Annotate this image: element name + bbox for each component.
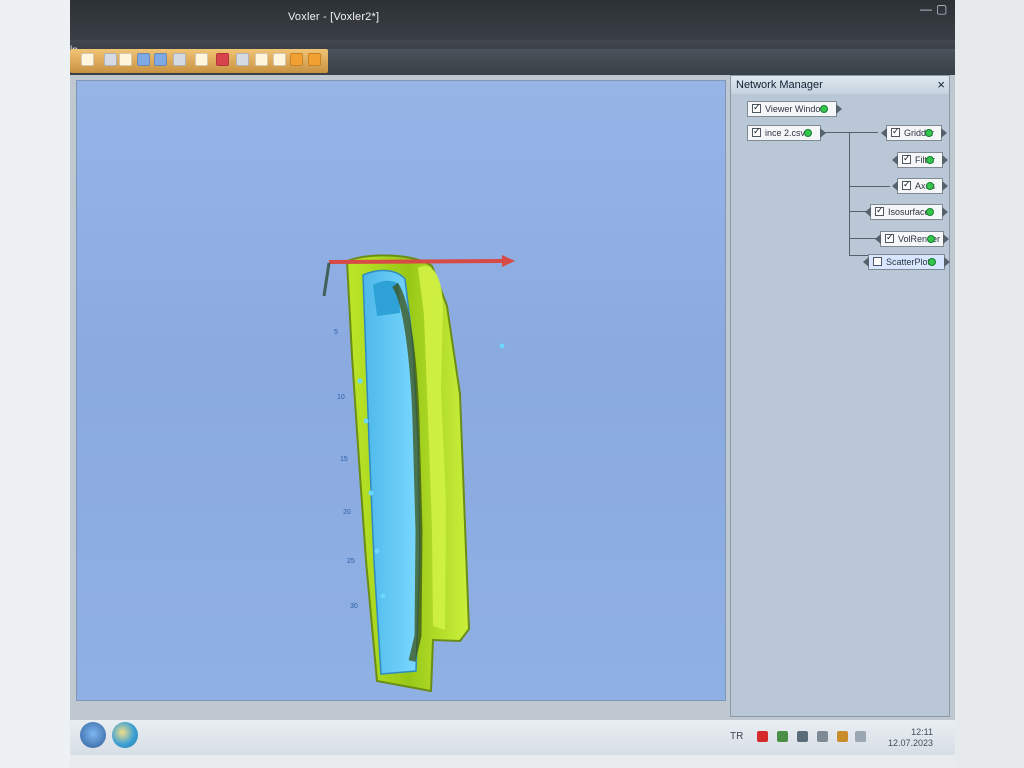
output-port-icon[interactable] <box>926 182 934 190</box>
right-port-icon[interactable] <box>944 257 950 267</box>
interior-point <box>380 593 386 599</box>
interior-point <box>368 490 374 496</box>
workspace: 5 10 15 20 25 30 Network Manager × Viewe… <box>70 75 955 720</box>
right-port-icon[interactable] <box>820 128 826 138</box>
axis-tick-15: 15 <box>340 456 348 463</box>
viewer-window[interactable]: 5 10 15 20 25 30 <box>76 80 726 701</box>
voxler-app-icon[interactable] <box>112 722 138 748</box>
node-gridder[interactable]: Gridder <box>881 125 947 141</box>
home-view-button[interactable] <box>255 53 268 66</box>
zoom-button[interactable] <box>308 53 321 66</box>
right-port-icon[interactable] <box>942 181 948 191</box>
left-port-icon[interactable] <box>892 155 898 165</box>
output-port-icon[interactable] <box>926 156 934 164</box>
record-button[interactable] <box>216 53 229 66</box>
checkbox[interactable] <box>873 257 882 266</box>
output-port-icon[interactable] <box>925 129 933 137</box>
node-filter[interactable]: Filter <box>892 152 948 168</box>
left-port-icon[interactable] <box>892 181 898 191</box>
interior-point <box>363 418 369 424</box>
node-ince-2-csv[interactable]: ince 2.csv <box>747 125 826 141</box>
start-button-icon[interactable] <box>80 722 106 748</box>
camera-button[interactable] <box>236 53 249 66</box>
left-port-icon[interactable] <box>881 128 887 138</box>
output-port-icon[interactable] <box>927 235 935 243</box>
hand-tool-button[interactable] <box>81 53 94 66</box>
right-port-icon[interactable] <box>836 104 842 114</box>
output-port-icon[interactable] <box>804 129 812 137</box>
time-text: 12:11 <box>911 727 933 737</box>
right-port-icon[interactable] <box>941 128 947 138</box>
node-label: Viewer Window <box>765 104 827 114</box>
record-icon[interactable] <box>757 731 768 742</box>
network-manager-title: Network Manager <box>736 79 823 91</box>
output-port-icon[interactable] <box>820 105 828 113</box>
x-axis-arrow <box>328 259 503 264</box>
node-isosurface[interactable]: Isosurface <box>865 204 948 220</box>
selection-button[interactable] <box>290 53 303 66</box>
close-icon[interactable]: × <box>937 77 945 92</box>
window-title: Voxler - [Voxler2*] <box>288 11 380 23</box>
checkbox[interactable] <box>891 126 900 137</box>
output-port-icon[interactable] <box>926 208 934 216</box>
isolated-point <box>499 343 505 349</box>
clipboard-icon[interactable] <box>817 731 828 742</box>
right-port-icon[interactable] <box>942 155 948 165</box>
toolbar-group <box>70 49 328 73</box>
taskbar: TR 12:11 12.07.2023 <box>70 720 955 755</box>
left-port-icon[interactable] <box>875 234 881 244</box>
right-port-icon[interactable] <box>943 234 949 244</box>
network-manager-panel: Network Manager × Viewer Window ince 2.c… <box>730 75 950 717</box>
node-label: ScatterPlot <box>886 257 931 267</box>
connector-line <box>849 186 890 187</box>
node-label: ince 2.csv <box>765 128 806 138</box>
node-label: Isosurface <box>888 207 930 217</box>
front-view-button[interactable] <box>137 53 150 66</box>
interior-point <box>357 378 363 384</box>
checkbox[interactable] <box>875 205 884 216</box>
3d-model-canvas[interactable]: 5 10 15 20 25 30 <box>77 81 725 700</box>
axis-tick-25: 25 <box>347 558 355 565</box>
wifi-icon[interactable] <box>837 731 848 742</box>
axis-tick-5: 5 <box>334 329 338 336</box>
connector-line <box>849 255 868 256</box>
light-button[interactable] <box>273 53 286 66</box>
monitor-screen: Voxler - [Voxler2*] — ▢ lp <box>70 0 955 755</box>
checkbox[interactable] <box>752 126 761 137</box>
node-viewer-window[interactable]: Viewer Window <box>747 101 842 117</box>
minimize-button[interactable]: — <box>920 2 932 16</box>
left-port-icon[interactable] <box>863 257 869 267</box>
toolbar <box>70 49 955 75</box>
checkbox[interactable] <box>902 153 911 164</box>
interior-point <box>374 548 380 554</box>
language-indicator[interactable]: TR <box>730 731 743 742</box>
checkbox[interactable] <box>902 179 911 190</box>
right-port-icon[interactable] <box>942 207 948 217</box>
restore-button[interactable]: ▢ <box>936 2 947 16</box>
output-port-icon[interactable] <box>928 258 936 266</box>
x-axis-arrow-head <box>502 255 515 267</box>
view-button-3[interactable] <box>173 53 186 66</box>
network-icon[interactable] <box>777 731 788 742</box>
node-scatterplot[interactable]: ScatterPlot <box>863 254 950 270</box>
module-button[interactable] <box>195 53 208 66</box>
date-text: 12.07.2023 <box>887 738 933 748</box>
axis-tick-30: 30 <box>350 603 358 610</box>
node-volrender[interactable]: VolRender <box>875 231 949 247</box>
flag-icon[interactable] <box>797 731 808 742</box>
checkbox[interactable] <box>885 232 894 243</box>
axis-marker <box>322 262 331 297</box>
view-button-2[interactable] <box>154 53 167 66</box>
checkbox[interactable] <box>752 102 761 113</box>
network-manager-title-bar: Network Manager × <box>731 76 949 94</box>
clock[interactable]: 12:11 12.07.2023 <box>873 727 933 749</box>
axis-tick-10: 10 <box>337 394 345 401</box>
window-button[interactable] <box>104 53 117 66</box>
left-port-icon[interactable] <box>865 207 871 217</box>
axis-tick-20: 20 <box>343 509 351 516</box>
title-bar: Voxler - [Voxler2*] — ▢ <box>70 0 955 40</box>
home-button[interactable] <box>119 53 132 66</box>
node-axes[interactable]: Axes <box>892 178 948 194</box>
volume-icon[interactable] <box>855 731 866 742</box>
